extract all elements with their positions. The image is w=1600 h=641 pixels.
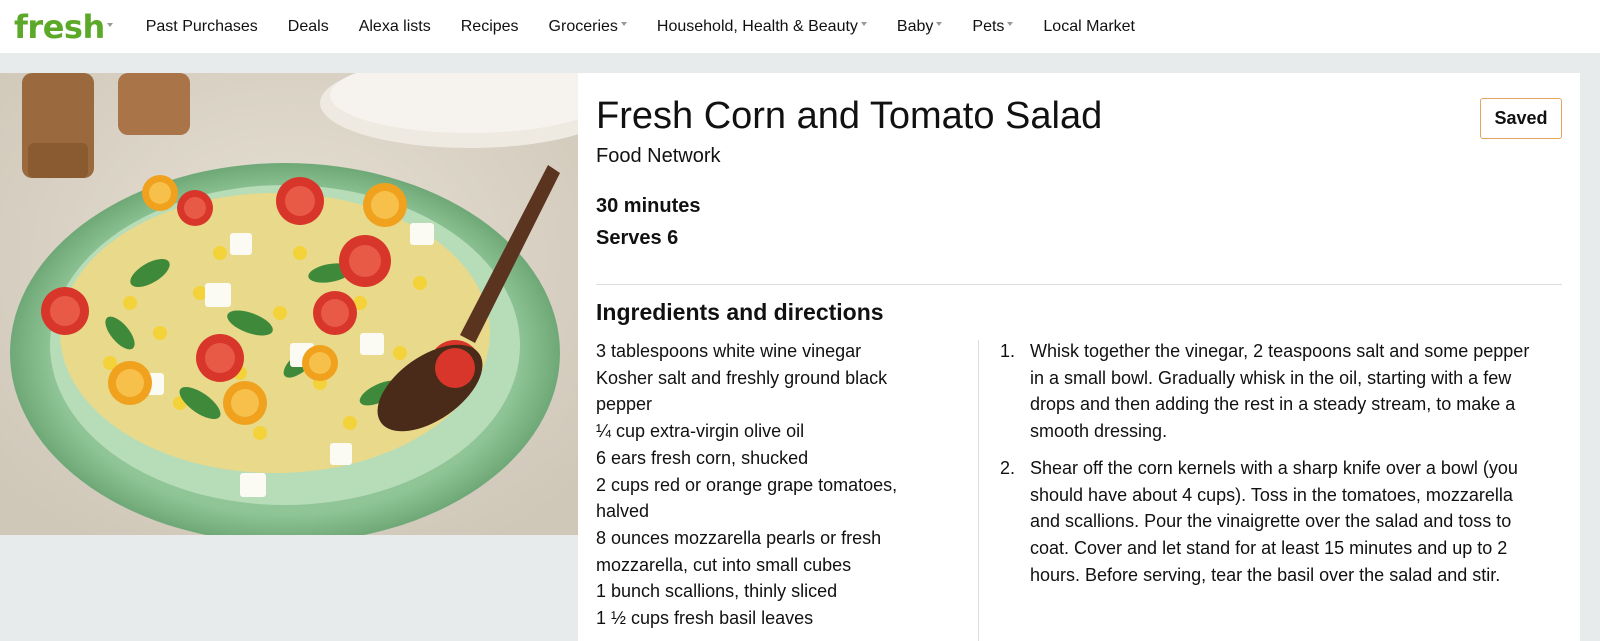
- ingredient-item: 3 tablespoons white wine vinegar: [596, 341, 862, 361]
- directions-list: 1. Whisk together the vinegar, 2 teaspoo…: [996, 338, 1536, 598]
- nav-item-label: Pets: [972, 17, 1005, 35]
- nav-item-label: Groceries: [548, 17, 618, 35]
- nav-item-label: Alexa lists: [358, 17, 431, 35]
- step-text: Shear off the corn kernels with a sharp …: [1030, 457, 1518, 585]
- recipe-source: Food Network: [596, 145, 721, 167]
- chevron-down-icon: [936, 22, 943, 27]
- ingredient-item: 1 ½ cups fresh basil leaves: [596, 608, 814, 629]
- nav-item-label: Deals: [287, 17, 329, 35]
- chevron-down-icon: [106, 22, 113, 27]
- chevron-down-icon: [860, 22, 867, 27]
- nav-item-alexa-lists[interactable]: Alexa lists: [359, 18, 431, 36]
- ingredient-item: ¼ cup extra-virgin olive oil: [596, 421, 805, 442]
- nav-item-label: Baby: [896, 17, 934, 35]
- ingredient-item: Kosher salt and freshly ground black pep…: [596, 367, 888, 415]
- ingredient-item: 8 ounces mozzarella pearls or fresh mozz…: [596, 527, 882, 575]
- step-number: 1.: [1000, 341, 1016, 361]
- ingredients-directions-heading: Ingredients and directions: [596, 299, 884, 325]
- direction-step: 1. Whisk together the vinegar, 2 teaspoo…: [996, 338, 1536, 445]
- column-divider: [978, 340, 979, 641]
- nav-item-label: Recipes: [460, 17, 519, 35]
- recipe-title: Fresh Corn and Tomato Salad: [596, 95, 1103, 137]
- nav-item-label: Household, Health & Beauty: [656, 17, 858, 35]
- nav-item-baby[interactable]: Baby: [896, 17, 943, 36]
- nav-item-groceries[interactable]: Groceries: [549, 18, 627, 36]
- nav-item-recipes[interactable]: Recipes: [461, 18, 519, 36]
- chevron-down-icon: [1007, 22, 1014, 27]
- step-number: 2.: [1000, 457, 1016, 478]
- nav-item-label: Local Market: [1043, 17, 1135, 35]
- saved-button[interactable]: Saved: [1480, 98, 1562, 139]
- ingredient-item: 2 cups red or orange grape tomatoes, hal…: [596, 474, 898, 522]
- ingredient-item: 1 bunch scallions, thinly sliced: [596, 581, 838, 602]
- nav-item-pets[interactable]: Pets: [972, 17, 1014, 36]
- fresh-logo[interactable]: fresh: [14, 11, 113, 43]
- recipe-photo: [0, 73, 578, 535]
- recipe-servings: Serves 6: [596, 227, 679, 249]
- logo-text: fresh: [14, 7, 105, 46]
- recipe-time: 30 minutes: [596, 195, 701, 217]
- nav-item-household-health-beauty[interactable]: Household, Health & Beauty: [657, 18, 867, 36]
- top-navigation: fresh Past Purchases Deals Alexa lists R…: [0, 0, 1600, 53]
- nav-item-past-purchases[interactable]: Past Purchases: [146, 18, 258, 36]
- step-text: Whisk together the vinegar, 2 teaspoons …: [1030, 341, 1530, 442]
- direction-step: 2. Shear off the corn kernels with a sha…: [996, 455, 1536, 589]
- nav-item-local-market[interactable]: Local Market: [1043, 18, 1135, 36]
- nav-item-deals[interactable]: Deals: [288, 18, 329, 36]
- salad-bowl-illustration: [0, 73, 578, 535]
- section-divider: [596, 284, 1562, 285]
- chevron-down-icon: [620, 22, 627, 27]
- ingredient-item: 6 ears fresh corn, shucked: [596, 447, 809, 468]
- nav-item-label: Past Purchases: [145, 17, 258, 35]
- ingredients-list: 3 tablespoons white wine vinegar Kosher …: [596, 338, 936, 632]
- recipe-card: Fresh Corn and Tomato Salad Food Network…: [578, 73, 1580, 641]
